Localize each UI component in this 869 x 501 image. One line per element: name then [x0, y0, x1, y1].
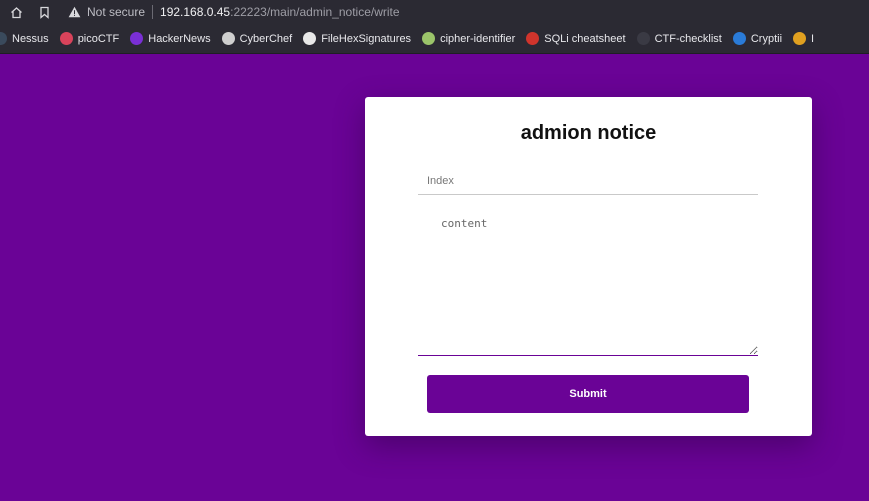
bookmark-label: Cryptii	[750, 32, 783, 45]
bookmark-item[interactable]: CyberChef	[221, 32, 293, 45]
hackernews-icon	[130, 32, 144, 45]
bookmark-item[interactable]: picoCTF	[59, 32, 120, 45]
submit-button[interactable]: Submit	[427, 375, 749, 413]
address-bar[interactable]: 192.168.0.45:22223/main/admin_notice/wri…	[160, 5, 400, 19]
admin-notice-card: admion notice Submit	[365, 97, 812, 436]
bookmarks-bar: Nessus picoCTF HackerNews CyberChef FileHexS…	[0, 24, 869, 54]
content-textarea[interactable]	[418, 211, 758, 356]
bookmark-item[interactable]: I	[793, 32, 814, 45]
browser-toolbar: Not secure 192.168.0.45:22223/main/admin…	[0, 0, 869, 24]
bookmark-icon[interactable]	[37, 5, 51, 19]
sqli-icon	[526, 32, 540, 45]
bookmark-item[interactable]: FileHexSignatures	[303, 32, 411, 45]
url-path: :22223/main/admin_notice/write	[230, 5, 400, 19]
page-title: admion notice	[520, 122, 657, 144]
bookmark-label: picoCTF	[77, 32, 120, 45]
warning-icon	[67, 5, 81, 19]
index-input[interactable]	[418, 167, 758, 195]
bookmark-label: CTF-checklist	[654, 32, 722, 45]
bookmark-item[interactable]: HackerNews	[130, 32, 211, 45]
bookmark-label: FileHexSignatures	[321, 32, 412, 45]
picoctf-icon	[59, 32, 73, 45]
bookmark-item[interactable]: Nessus	[0, 32, 49, 45]
bookmark-label: Nessus	[12, 32, 49, 45]
bookmark-label: I	[811, 32, 815, 45]
bookmark-item[interactable]: SQLi cheatsheet	[526, 32, 626, 45]
cyberchef-icon	[221, 32, 235, 45]
home-icon[interactable]	[9, 5, 23, 19]
bookmark-label: HackerNews	[148, 32, 211, 45]
github-icon	[636, 32, 650, 45]
bookmark-item[interactable]: CTF-checklist	[636, 32, 722, 45]
bookmark-label: SQLi cheatsheet	[544, 32, 626, 45]
cryptii-icon	[732, 32, 746, 45]
folder-icon	[793, 32, 807, 45]
cipher-icon	[422, 32, 436, 45]
bookmark-label: cipher-identifier	[440, 32, 516, 45]
url-divider	[152, 5, 154, 19]
url-host: 192.168.0.45	[160, 5, 231, 19]
bookmark-label: CyberChef	[239, 32, 293, 45]
wikipedia-icon	[303, 32, 317, 45]
bookmark-item[interactable]: Cryptii	[732, 32, 783, 45]
bookmark-item[interactable]: cipher-identifier	[422, 32, 515, 45]
security-label[interactable]: Not secure	[87, 5, 145, 19]
nessus-icon	[0, 32, 7, 45]
